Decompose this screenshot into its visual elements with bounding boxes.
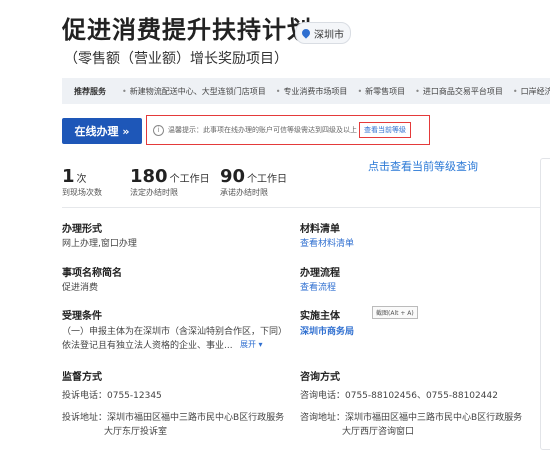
shortname-value: 促进消费 [62, 283, 99, 293]
supervise-address-1: 投诉地址：深圳市福田区福中三路市民中心B区行政服务 [62, 413, 285, 423]
location-badge[interactable]: 深圳市 [295, 22, 351, 44]
consult-phone: 咨询电话：0755-88102456、0755-88102442 [300, 391, 498, 401]
page-subtitle: （零售额（营业额）增长奖励项目） [64, 51, 288, 67]
stat-visits-label: 到现场次数 [62, 188, 102, 197]
stat-promised-limit: 90 个工作日 承诺办结时限 [220, 166, 287, 198]
view-materials-link[interactable]: 查看材料清单 [300, 236, 354, 249]
shortname-label: 事项名称简名 [62, 268, 122, 279]
section-divider [62, 207, 550, 208]
materials-label: 材料清单 [300, 224, 340, 235]
stat-visits-unit: 次 [76, 174, 87, 185]
commerce-bureau-link[interactable]: 深圳市商务局 [300, 324, 354, 337]
subject-label: 实施主体 [300, 311, 340, 322]
service-link-port-economy[interactable]: 口岸经济带 [509, 86, 550, 97]
page-title: 促进消费提升扶持计划 [62, 16, 312, 44]
consult-address-1: 咨询地址：深圳市福田区福中三路市民中心B区行政服务 [300, 413, 523, 423]
stat-promised-number: 90 [220, 166, 246, 187]
location-pin-icon [300, 27, 312, 39]
service-link-logistics[interactable]: 新建物流配送中心、大型连锁门店项目 [118, 86, 272, 97]
info-icon: i [153, 124, 164, 136]
stat-legal-unit: 个工作日 [169, 174, 210, 185]
stat-visits-number: 1 [62, 166, 75, 187]
consult-address-2: 大厅西厅咨询窗口 [342, 427, 415, 437]
service-link-market[interactable]: 专业消费市场项目 [272, 86, 354, 97]
process-label: 办理流程 [300, 268, 340, 279]
supervise-phone: 投诉电话：0755-12345 [62, 391, 162, 401]
conditions-label: 受理条件 [62, 311, 102, 322]
stat-promised-label: 承诺办结时限 [220, 188, 268, 197]
view-process-link[interactable]: 查看流程 [300, 280, 336, 293]
online-apply-button[interactable]: 在线办理 » [62, 118, 142, 144]
tip-text: 温馨提示：此事项在线办理的账户可信等级需达到四级及以上 [168, 126, 357, 134]
tip-box: i 温馨提示：此事项在线办理的账户可信等级需达到四级及以上 查看当前等级 [146, 115, 430, 145]
recommended-services-bar: 推荐服务 新建物流配送中心、大型连锁门店项目 专业消费市场项目 新零售项目 进口… [62, 78, 550, 104]
side-panel [540, 158, 550, 450]
view-level-link[interactable]: 查看当前等级 [359, 122, 411, 138]
consult-label: 咨询方式 [300, 372, 340, 383]
stat-visits: 1次 到现场次数 [62, 166, 102, 198]
stat-legal-limit: 180 个工作日 法定办结时限 [130, 166, 210, 198]
supervise-label: 监督方式 [62, 372, 102, 383]
conditions-line-1: （一）申报主体为在深圳市（含深汕特别合作区，下同） [62, 327, 288, 337]
stat-legal-label: 法定办结时限 [130, 188, 178, 197]
screenshot-tooltip: 截图(Alt + A) [372, 306, 418, 319]
conditions-line-2: 依法登记且有独立法人资格的企业、事业... [62, 341, 233, 351]
mode-label: 办理形式 [62, 224, 102, 235]
service-link-import-platform[interactable]: 进口商品交易平台项目 [411, 86, 509, 97]
stat-legal-number: 180 [130, 166, 168, 187]
annotation-text: 点击查看当前等级查询 [368, 160, 478, 173]
mode-value: 网上办理,窗口办理 [62, 239, 137, 249]
supervise-address-2: 大厅东厅投诉室 [104, 427, 168, 437]
location-label: 深圳市 [314, 29, 344, 41]
stat-promised-unit: 个工作日 [247, 174, 288, 185]
expand-button[interactable]: 展开 ▾ [240, 339, 263, 350]
service-link-new-retail[interactable]: 新零售项目 [353, 86, 411, 97]
recommended-services-heading: 推荐服务 [74, 86, 106, 96]
